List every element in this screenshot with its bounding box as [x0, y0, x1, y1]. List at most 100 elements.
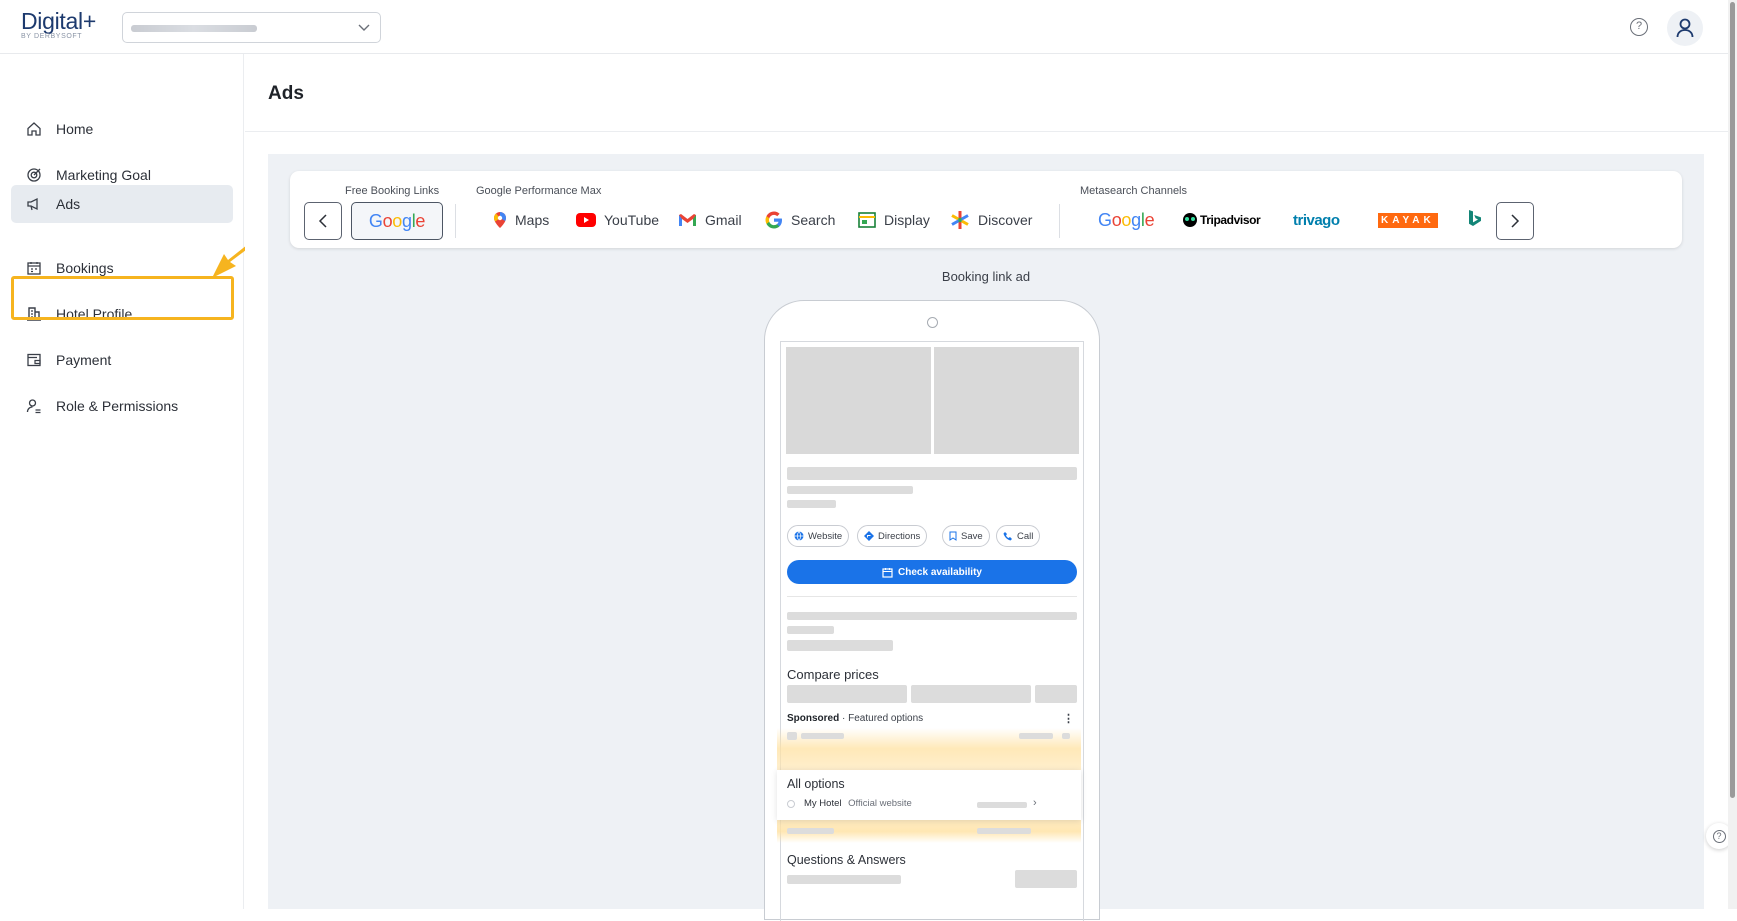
wallet-icon [25, 351, 43, 369]
price-placeholder [977, 802, 1027, 808]
ads-canvas: Free Booking Links Google Performance Ma… [268, 154, 1704, 921]
featured-options-label: · Featured options [839, 713, 924, 724]
questions-answers-heading: Questions & Answers [787, 853, 906, 867]
price-placeholder [787, 685, 907, 703]
hotel-selector[interactable] [122, 12, 381, 43]
check-availability-label: Check availability [898, 566, 982, 578]
calendar-icon [882, 567, 893, 578]
google-g-icon [765, 211, 783, 229]
channel-tripadvisor[interactable]: Tripadvisor [1183, 208, 1261, 232]
app-logo[interactable]: Digital+ BY DERBYSOFT [21, 8, 96, 40]
separator [455, 204, 456, 238]
text-placeholder [787, 467, 1077, 480]
sidebar-item-label: Bookings [56, 260, 114, 276]
official-website-label: Official website [848, 798, 912, 809]
hotel-favicon-icon [787, 800, 795, 808]
chip-label: Directions [878, 530, 921, 542]
channel-search[interactable]: Search [765, 208, 835, 232]
sponsored-label: Sponsored [787, 713, 840, 724]
all-options-card[interactable]: All options My Hotel Official website › [777, 770, 1081, 820]
sidebar: Home Marketing Goal Ads Bookings Hotel P… [0, 54, 244, 909]
text-placeholder [977, 828, 1031, 834]
text-placeholder [787, 640, 893, 651]
sidebar-item-label: Ads [56, 196, 81, 212]
chip-label: Call [1017, 530, 1034, 542]
image-placeholder [934, 347, 1079, 454]
scrollbar-thumb[interactable] [1730, 2, 1735, 798]
calendar-icon [25, 259, 43, 277]
call-chip[interactable]: Call [996, 525, 1041, 547]
channel-display[interactable]: Display [858, 208, 930, 232]
sidebar-item-payment[interactable]: Payment [11, 341, 233, 379]
home-icon [25, 120, 43, 138]
channel-trivago[interactable]: trivago [1293, 208, 1340, 232]
bing-icon [1468, 209, 1482, 232]
google-logo: Google [1098, 209, 1155, 230]
directions-chip[interactable]: Directions [857, 525, 928, 547]
text-placeholder [787, 626, 834, 634]
channel-meta-google[interactable]: Google [1098, 208, 1155, 232]
sidebar-item-label: Marketing Goal [56, 167, 151, 183]
group-label-metasearch: Metasearch Channels [1080, 185, 1188, 197]
sidebar-item-label: Payment [56, 352, 112, 368]
channel-maps[interactable]: Maps [493, 208, 549, 232]
sidebar-item-role-permissions[interactable]: Role & Permissions [11, 387, 233, 425]
help-circle-icon: ? [1712, 829, 1726, 843]
user-icon [1676, 18, 1694, 38]
main-content: Ads Free Booking Links Google Performanc… [245, 54, 1728, 921]
channel-youtube[interactable]: YouTube [576, 208, 659, 232]
text-placeholder [787, 612, 1077, 620]
sidebar-item-ads[interactable]: Ads [11, 185, 233, 223]
compare-prices-heading: Compare prices [787, 667, 879, 682]
text-placeholder [787, 875, 901, 884]
text-placeholder [787, 486, 913, 494]
display-icon [858, 212, 876, 228]
channel-label: Gmail [705, 212, 742, 228]
channel-gmail[interactable]: Gmail [678, 208, 742, 232]
channel-label: YouTube [604, 212, 660, 228]
channel-free-google[interactable]: Google [351, 202, 443, 240]
chevron-right-icon: › [1033, 797, 1037, 809]
divider [787, 596, 1077, 597]
hotel-selector-value [131, 25, 257, 32]
scroll-right-button[interactable] [1496, 202, 1534, 240]
page-title: Ads [268, 83, 304, 104]
chevron-down-icon [358, 21, 370, 35]
target-icon [25, 166, 43, 184]
sidebar-item-home[interactable]: Home [11, 110, 233, 148]
discover-asterisk-icon [950, 210, 970, 230]
text-placeholder [787, 732, 797, 740]
preview-title: Booking link ad [941, 269, 1031, 284]
hotel-profile-highlight [11, 276, 234, 320]
website-chip[interactable]: Website [787, 525, 850, 547]
check-availability-button[interactable]: Check availability [787, 560, 1077, 584]
text-placeholder [1019, 733, 1053, 739]
all-options-heading: All options [787, 777, 845, 791]
price-placeholder [1035, 685, 1077, 703]
phone-screen: Website Directions Save Call Check avail… [777, 341, 1084, 921]
maps-pin-icon [493, 211, 507, 229]
my-hotel-label: My Hotel [804, 798, 842, 809]
price-placeholder [911, 685, 1031, 703]
avatar[interactable] [1667, 10, 1703, 46]
channel-discover[interactable]: Discover [950, 208, 1032, 232]
save-chip[interactable]: Save [942, 525, 990, 547]
channel-kayak[interactable]: KAYAK [1378, 208, 1438, 232]
channel-bing[interactable] [1468, 208, 1482, 232]
scroll-left-button[interactable] [304, 202, 342, 240]
title-divider [245, 131, 1728, 132]
google-logo: Google [368, 210, 426, 231]
channel-label: Maps [515, 212, 550, 228]
trivago-logo: trivago [1293, 211, 1340, 229]
phone-preview: Website Directions Save Call Check avail… [764, 300, 1100, 921]
more-vert-icon[interactable]: ⋮ [1063, 712, 1074, 725]
channel-label: Search [791, 212, 836, 228]
help-circle-icon[interactable]: ? [1630, 18, 1648, 36]
tripadvisor-owl-icon [1183, 213, 1197, 227]
text-placeholder [787, 828, 834, 834]
brand-name: Digital+ [21, 8, 96, 34]
page-scrollbar[interactable] [1728, 0, 1737, 909]
tripadvisor-logo: Tripadvisor [1200, 213, 1261, 227]
image-placeholder [786, 347, 931, 454]
camera-dot [927, 317, 938, 328]
